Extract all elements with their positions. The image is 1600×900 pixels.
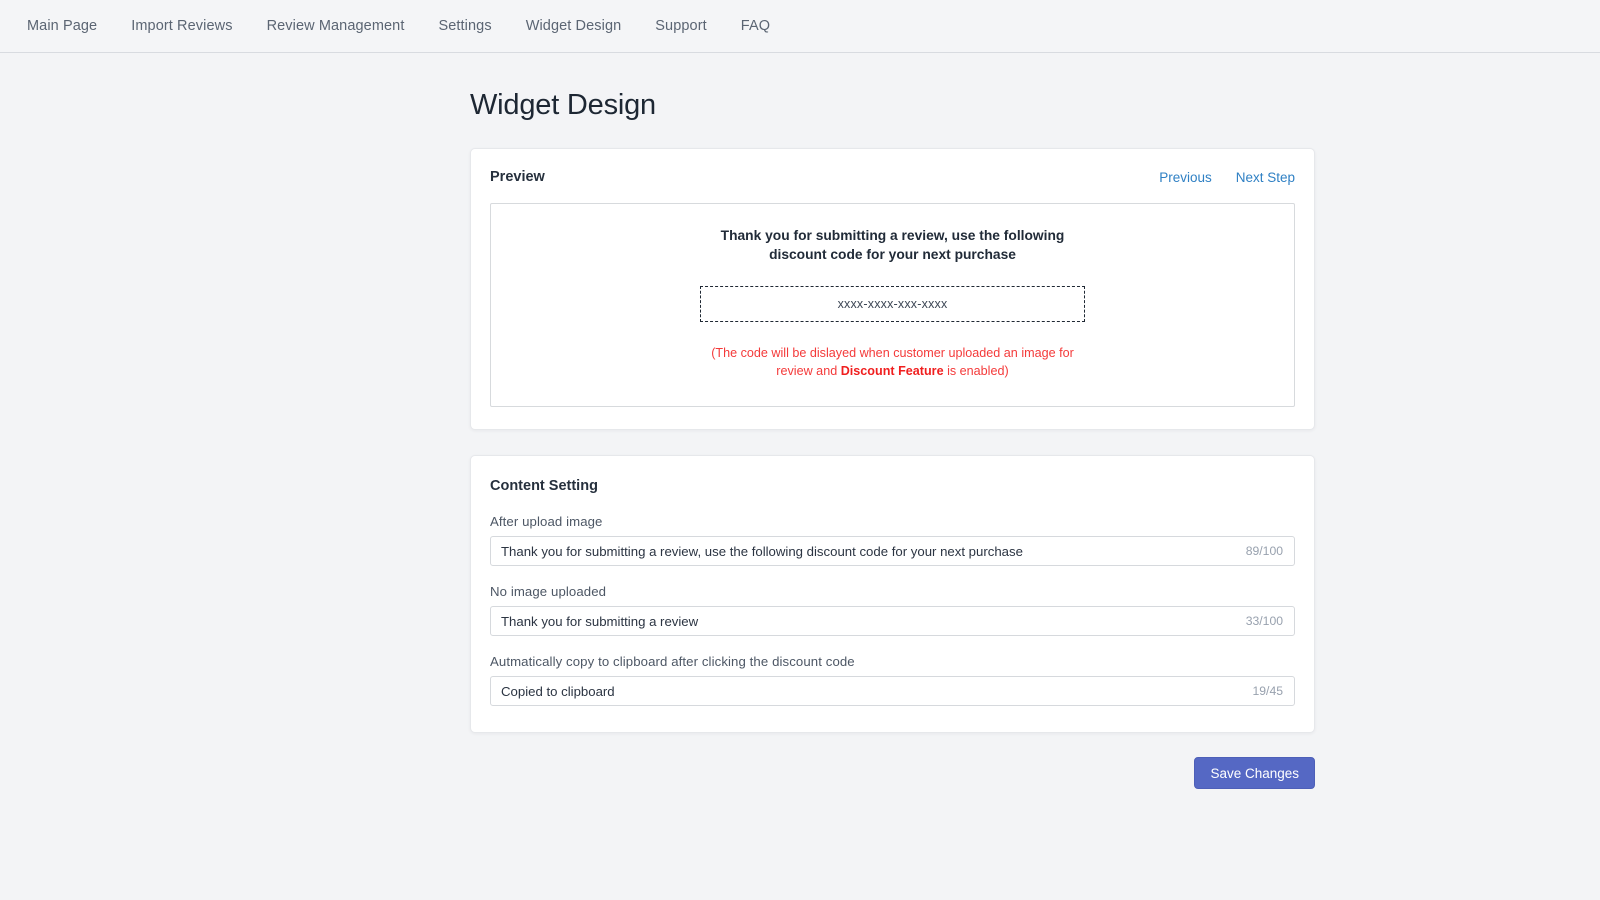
preview-card: Preview Previous Next Step Thank you for… xyxy=(470,148,1315,431)
widget-preview-box: Thank you for submitting a review, use t… xyxy=(490,203,1295,408)
preview-card-header: Preview Previous Next Step xyxy=(490,169,1295,185)
next-step-link[interactable]: Next Step xyxy=(1236,170,1295,185)
preview-card-title: Preview xyxy=(490,169,545,185)
discount-code-text: xxxx-xxxx-xxx-xxxx xyxy=(837,297,948,312)
content-field-input-wrapper[interactable]: 89/100 xyxy=(490,536,1295,567)
discount-code-box[interactable]: xxxx-xxxx-xxx-xxxx xyxy=(700,286,1085,323)
nav-item-review-management[interactable]: Review Management xyxy=(267,18,405,34)
preview-nav-links: Previous Next Step xyxy=(1135,170,1295,185)
content-container: Widget Design Preview Previous Next Step… xyxy=(470,89,1315,790)
content-field-label: No image uploaded xyxy=(490,584,607,600)
nav-item-faq[interactable]: FAQ xyxy=(741,18,770,34)
character-counter: 19/45 xyxy=(1252,684,1284,699)
content-field: After upload image 89/100 xyxy=(490,514,1295,567)
preview-thankyou-heading: Thank you for submitting a review, use t… xyxy=(720,228,1065,263)
content-field: No image uploaded 33/100 xyxy=(490,584,1295,637)
content-field-input[interactable] xyxy=(491,683,1253,699)
content-field-label: After upload image xyxy=(490,514,603,530)
content-field-input-wrapper[interactable]: 33/100 xyxy=(490,606,1295,637)
nav-item-widget-design[interactable]: Widget Design xyxy=(526,18,622,34)
note-suffix-text: is enabled) xyxy=(943,364,1009,379)
preview-disclaimer-note: (The code will be dislayed when customer… xyxy=(705,344,1080,380)
character-counter: 33/100 xyxy=(1245,614,1283,629)
content-field-input[interactable] xyxy=(491,613,1246,629)
save-changes-button[interactable]: Save Changes xyxy=(1194,757,1315,790)
nav-item-settings[interactable]: Settings xyxy=(438,18,491,34)
content-field-label: Autmatically copy to clipboard after cli… xyxy=(490,654,855,670)
save-row: Save Changes xyxy=(470,757,1315,790)
nav-item-import-reviews[interactable]: Import Reviews xyxy=(131,18,232,34)
top-navbar: Main Page Import Reviews Review Management… xyxy=(0,0,1600,53)
content-field-input-wrapper[interactable]: 19/45 xyxy=(490,676,1295,707)
page-title: Widget Design xyxy=(470,89,656,121)
content-field: Autmatically copy to clipboard after cli… xyxy=(490,654,1295,707)
character-counter: 89/100 xyxy=(1245,544,1283,559)
nav-item-support[interactable]: Support xyxy=(655,18,707,34)
content-setting-title: Content Setting xyxy=(490,478,598,495)
content-setting-fields: After upload image 89/100 No image uploade… xyxy=(490,514,1295,707)
content-field-input[interactable] xyxy=(491,543,1246,559)
nav-item-main-page[interactable]: Main Page xyxy=(27,18,97,34)
content-setting-card: Content Setting After upload image 89/100… xyxy=(470,455,1315,734)
previous-link[interactable]: Previous xyxy=(1159,170,1212,185)
note-bold-text: Discount Feature xyxy=(840,364,944,379)
page-body: Widget Design Preview Previous Next Step… xyxy=(0,53,1600,790)
